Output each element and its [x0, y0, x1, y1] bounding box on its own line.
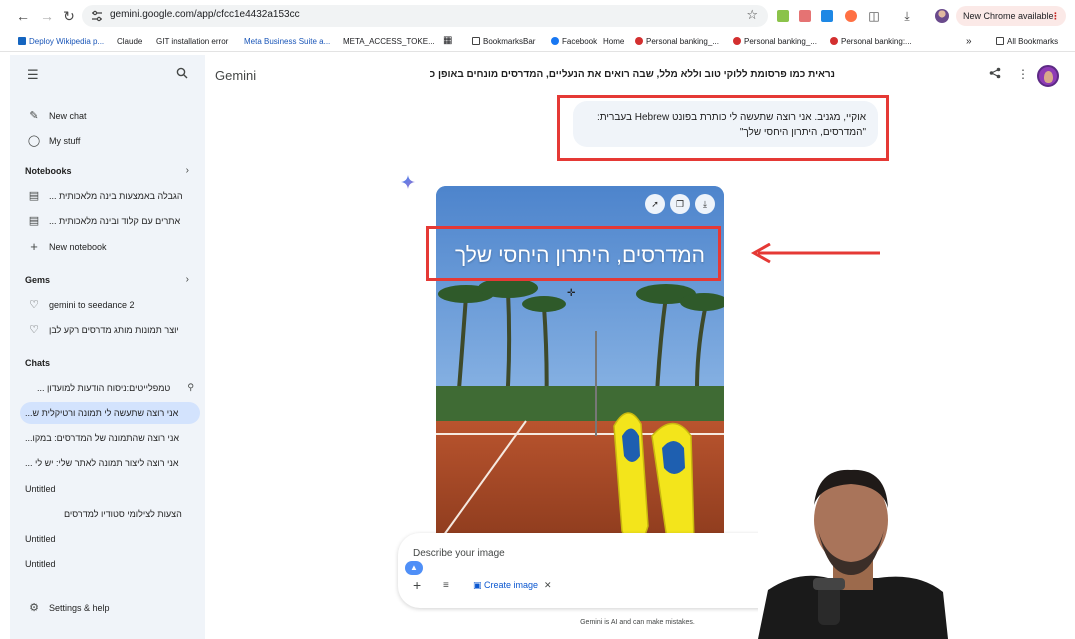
chat-item-active[interactable]: אני רוצה שתעשה לי תמונה ורטיקלית ש...	[20, 402, 200, 424]
shapes-icon: ◯	[27, 135, 41, 147]
notebook-item[interactable]: ▤ אתרים עם קלוד ובינה מלאכותית ...	[10, 210, 205, 232]
annotation-arrow	[750, 243, 880, 264]
notebook-item[interactable]: ▤ הגבלה באמצעות בינה מלאכותית ...	[10, 185, 205, 207]
profile-avatar[interactable]	[935, 9, 949, 23]
bookmark-item[interactable]: Home	[603, 35, 624, 48]
address-bar[interactable]: gemini.google.com/app/cfcc1e4432a153cc ☆	[82, 5, 768, 27]
new-chat-button[interactable]: ✎ New chat	[10, 105, 205, 127]
app-title[interactable]: Gemini	[215, 68, 256, 83]
download-icon[interactable]: ⤓	[899, 8, 915, 24]
bookmark-item[interactable]: Personal banking_...	[733, 35, 817, 48]
plus-icon: +	[30, 239, 38, 254]
chats-heading: Chats	[25, 358, 51, 368]
annotation-highlight-box	[557, 95, 889, 161]
gemini-spark-icon	[401, 175, 415, 189]
chat-item[interactable]: הצעות לצילומי סטודיו למדרסים	[20, 503, 200, 525]
back-icon[interactable]: ←	[14, 7, 32, 25]
create-image-chip[interactable]: ▣ Create image ✕	[473, 580, 552, 591]
new-notebook-button[interactable]: + New notebook	[10, 236, 205, 258]
gem-heart-icon: ♡	[29, 299, 39, 311]
chrome-update-label: New Chrome available	[963, 11, 1054, 21]
browser-chrome: ← → ↻ gemini.google.com/app/cfcc1e4432a1…	[0, 0, 1075, 52]
bookmark-item[interactable]: Meta Business Suite a...	[244, 35, 330, 48]
chat-item[interactable]: טמפלייטים:ניסוח הודעות למועדון ... ⚲	[20, 377, 200, 399]
gem-heart-icon: ♡	[29, 324, 39, 336]
notebook-icon: ▤	[28, 215, 40, 227]
url-text: gemini.google.com/app/cfcc1e4432a153cc	[110, 9, 300, 20]
bookmark-item[interactable]: META_ACCESS_TOKE...	[343, 35, 435, 48]
chat-item[interactable]: אני רוצה ליצור תמונה לאתר שלי: יש לי ...	[20, 452, 200, 474]
extension-icon[interactable]	[799, 10, 811, 22]
gear-icon: ⚙	[29, 602, 39, 614]
my-stuff-button[interactable]: ◯ My stuff	[10, 130, 205, 152]
annotation-highlight-box	[426, 226, 721, 281]
bookmarks-bar: Deploy Wikipedia p... Claude GIT install…	[0, 33, 1075, 50]
facebook-icon	[551, 37, 559, 45]
bookmark-item[interactable]: Claude	[117, 35, 142, 48]
apps-grid-icon[interactable]: ▦	[443, 34, 452, 47]
bookmark-item[interactable]: GIT installation error	[156, 35, 228, 48]
bookmark-item[interactable]: Deploy Wikipedia p...	[18, 35, 104, 48]
sidebar: ☰ ✎ New chat ◯ My stuff Notebooks › ▤ הג…	[10, 55, 205, 639]
notebooks-heading: Notebooks	[25, 166, 72, 176]
notebook-icon: ▤	[28, 190, 40, 202]
folder-icon	[472, 37, 480, 45]
folder-icon	[996, 37, 1004, 45]
bookmark-item[interactable]: Personal banking_...	[635, 35, 719, 48]
bookmark-item[interactable]: Facebook	[551, 35, 597, 48]
chevron-right-icon[interactable]: ›	[186, 274, 189, 285]
extension-icon[interactable]	[777, 10, 789, 22]
user-avatar[interactable]	[1037, 65, 1059, 87]
download-image-icon[interactable]: ⤓	[695, 194, 715, 214]
share-icon[interactable]	[989, 67, 1001, 82]
pin-icon: ⚲	[187, 382, 194, 392]
bookmark-folder[interactable]: BookmarksBar	[472, 35, 535, 48]
extension-icon[interactable]	[845, 10, 857, 22]
gems-heading: Gems	[25, 275, 51, 285]
chat-item[interactable]: Untitled	[20, 478, 200, 500]
chat-item[interactable]: אני רוצה שהתמונה של המדרסים: במקו...	[20, 427, 200, 449]
site-settings-icon[interactable]	[90, 9, 104, 23]
all-bookmarks-folder[interactable]: All Bookmarks	[996, 35, 1058, 48]
forward-icon[interactable]: →	[38, 7, 56, 25]
gem-item[interactable]: ♡ gemini to seedance 2	[10, 294, 205, 316]
bookmark-star-icon[interactable]: ☆	[746, 7, 758, 23]
chat-item[interactable]: Untitled	[20, 553, 200, 575]
extension-icon[interactable]	[821, 10, 833, 22]
chrome-update-button[interactable]: New Chrome available ⋮	[956, 6, 1066, 26]
tools-sliders-icon[interactable]: ≡	[443, 580, 449, 591]
share-image-icon[interactable]: ➚	[645, 194, 665, 214]
more-vert-icon[interactable]: ⋮	[1017, 67, 1029, 81]
bank-favicon-icon	[635, 37, 643, 45]
search-icon[interactable]	[176, 67, 188, 82]
menu-icon[interactable]: ☰	[27, 68, 39, 82]
bookmark-favicon-icon	[18, 37, 26, 45]
edit-icon: ✎	[29, 110, 39, 122]
copy-image-icon[interactable]: ❐	[670, 194, 690, 214]
presenter-video-frame	[758, 460, 948, 639]
add-attachment-icon[interactable]: +	[413, 577, 421, 593]
gem-item[interactable]: ♡ יוצר תמונות מותג מדרסים רקע לבן	[10, 319, 205, 341]
conversation-title: נראית כמו פרסומת ללוקי טוב וללא מלל, שבה…	[429, 69, 835, 80]
mouse-cursor-icon: ✛	[567, 288, 576, 299]
bank-favicon-icon	[830, 37, 838, 45]
settings-help-button[interactable]: ⚙ Settings & help	[10, 597, 205, 619]
bank-favicon-icon	[733, 37, 741, 45]
image-icon: ▣	[473, 580, 485, 590]
browser-toolbar: ← → ↻ gemini.google.com/app/cfcc1e4432a1…	[0, 4, 1075, 28]
more-bookmarks-icon[interactable]: »	[966, 35, 972, 48]
bookmark-item[interactable]: Personal banking:...	[830, 35, 912, 48]
chevron-right-icon[interactable]: ›	[186, 165, 189, 176]
prompt-input[interactable]: Describe your image	[413, 548, 505, 559]
close-icon[interactable]: ✕	[544, 580, 552, 590]
chat-item[interactable]: Untitled	[20, 528, 200, 550]
image-mode-chip-icon[interactable]: ▲	[405, 561, 423, 575]
extensions-puzzle-icon[interactable]: ◫	[866, 8, 882, 24]
webcam-overlay	[758, 460, 948, 639]
reload-icon[interactable]: ↻	[60, 7, 78, 25]
more-vert-icon: ⋮	[1051, 11, 1060, 21]
